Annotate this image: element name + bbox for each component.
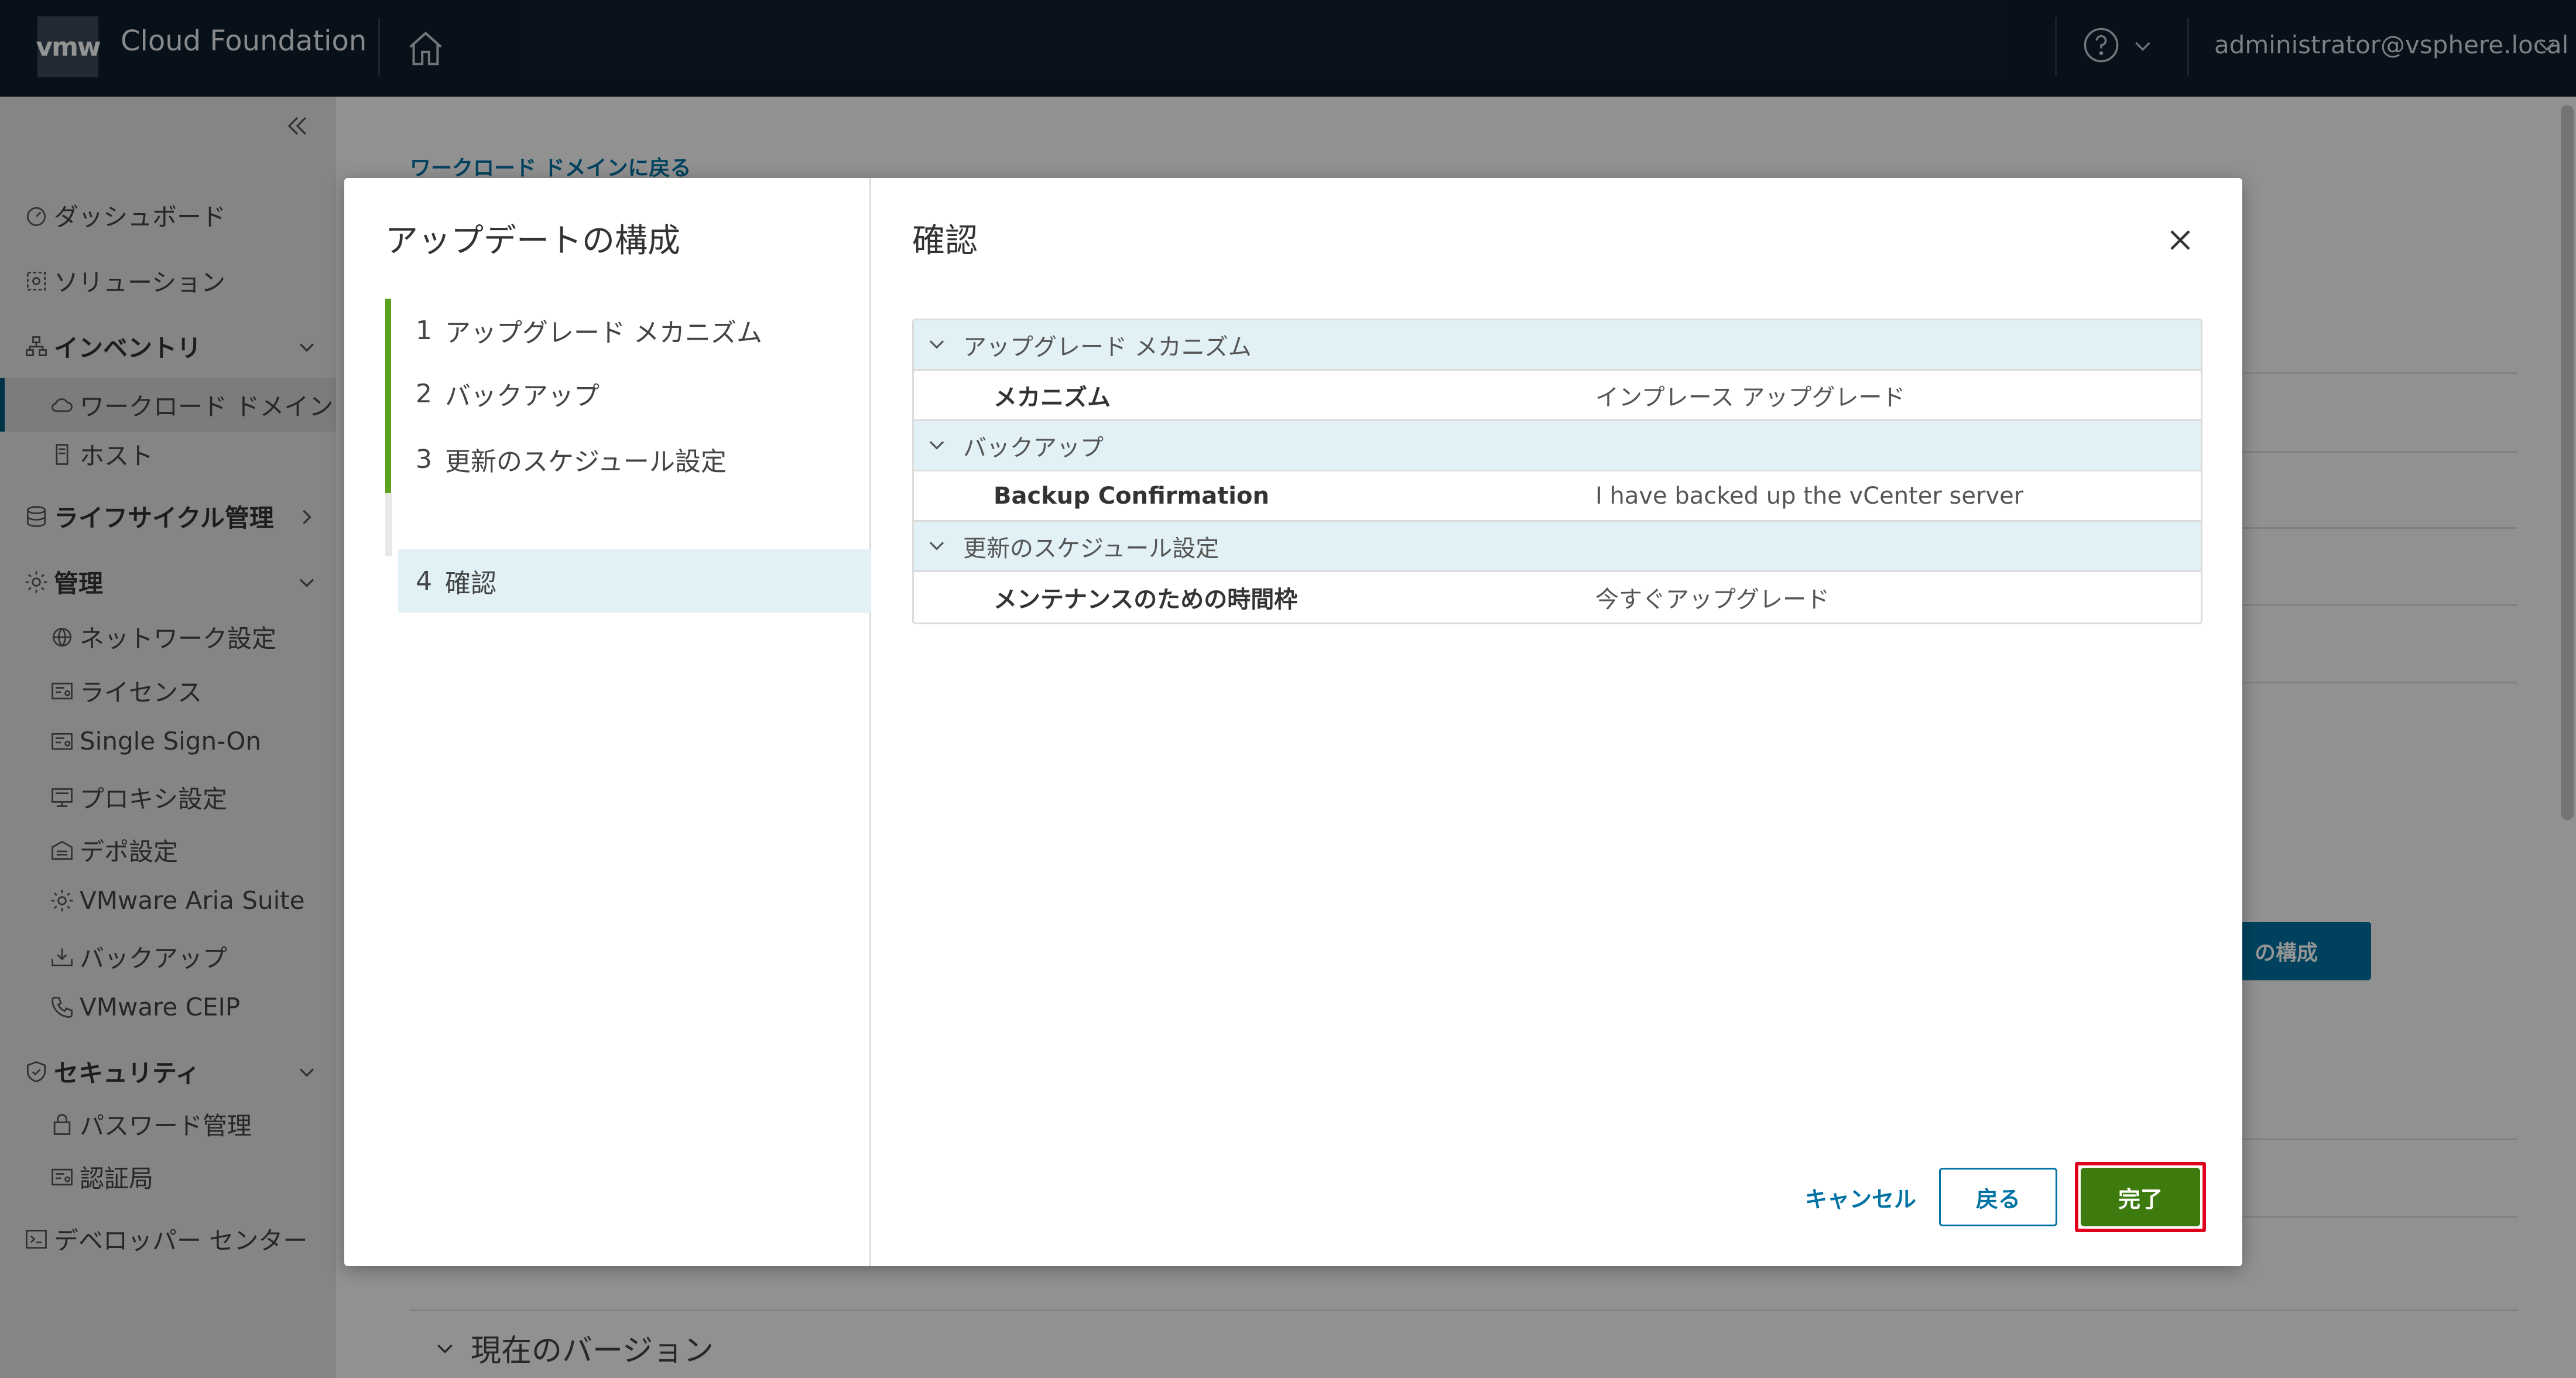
review-value: 今すぐアップグレード — [1595, 586, 1830, 613]
review-key: メカニズム — [994, 384, 1111, 411]
section-label: 更新のスケジュール設定 — [963, 535, 1220, 562]
step-number: 3 — [416, 444, 432, 474]
review-key: メンテナンスのための時間枠 — [994, 586, 1298, 613]
close-icon[interactable] — [2165, 225, 2195, 255]
step-label: 確認 — [445, 569, 496, 599]
section-label: バックアップ — [963, 434, 1104, 461]
configure-update-wizard: アップデートの構成 1 アップグレード メカニズム 2 バックアップ 3 更新の… — [344, 178, 2242, 1266]
review-row: Backup Confirmation I have backed up the… — [914, 471, 2201, 522]
review-row: メカニズム インプレース アップグレード — [914, 371, 2201, 421]
chevron-down-icon — [929, 340, 944, 349]
step-number: 1 — [416, 315, 432, 346]
wizard-steps-panel: アップデートの構成 1 アップグレード メカニズム 2 バックアップ 3 更新の… — [344, 178, 871, 1266]
page-title: 確認 — [912, 222, 978, 260]
wizard-title: アップデートの構成 — [385, 222, 680, 260]
step-label: バックアップ — [445, 381, 600, 411]
cancel-button[interactable]: キャンセル — [1790, 1168, 1931, 1226]
step-number: 2 — [416, 378, 432, 409]
review-row: メンテナンスのための時間枠 今すぐアップグレード — [914, 572, 2201, 623]
review-section-schedule[interactable]: 更新のスケジュール設定 — [914, 522, 2201, 572]
chevron-down-icon — [929, 542, 944, 550]
review-section-backup[interactable]: バックアップ — [914, 421, 2201, 471]
step-complete-bar — [385, 425, 391, 493]
review-summary: アップグレード メカニズム メカニズム インプレース アップグレード バックアッ… — [912, 319, 2202, 624]
wizard-step-4[interactable]: 4 確認 — [398, 549, 871, 613]
finish-button[interactable]: 完了 — [2081, 1168, 2200, 1226]
step-number: 4 — [416, 566, 432, 596]
wizard-step-2[interactable]: 2 バックアップ — [385, 362, 871, 425]
wizard-step-1[interactable]: 1 アップグレード メカニズム — [385, 299, 871, 362]
review-section-upgrade-mechanism[interactable]: アップグレード メカニズム — [914, 320, 2201, 371]
review-key: Backup Confirmation — [994, 482, 1269, 510]
review-value: I have backed up the vCenter server — [1595, 482, 2024, 510]
review-value: インプレース アップグレード — [1595, 384, 1906, 411]
step-inactive-bar — [385, 493, 392, 556]
chevron-down-icon — [929, 441, 944, 450]
back-button[interactable]: 戻る — [1939, 1168, 2057, 1226]
wizard-step-3[interactable]: 3 更新のスケジュール設定 — [385, 425, 871, 493]
step-label: アップグレード メカニズム — [445, 318, 762, 348]
step-complete-bar — [385, 362, 391, 425]
section-label: アップグレード メカニズム — [963, 333, 1252, 361]
step-label: 更新のスケジュール設定 — [445, 447, 727, 477]
step-complete-bar — [385, 299, 391, 362]
